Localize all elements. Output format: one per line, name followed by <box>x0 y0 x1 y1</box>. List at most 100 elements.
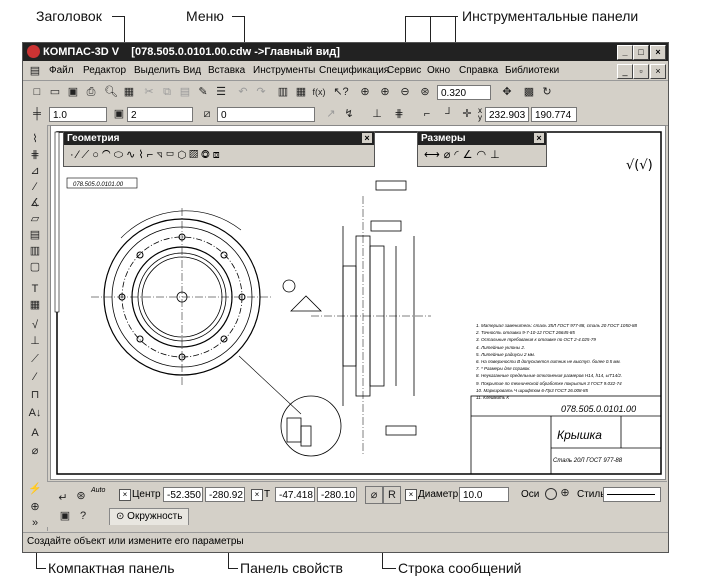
equidistant-icon[interactable]: ⧈ <box>213 149 223 161</box>
open-file-icon[interactable]: ▭ <box>47 84 63 100</box>
geometry-tool-icon[interactable]: ⌇ <box>27 131 43 147</box>
symbols-tool-icon[interactable]: ⊿ <box>27 163 43 179</box>
segment-icon[interactable]: ⟋ <box>82 149 93 161</box>
param-tool-icon[interactable]: ∡ <box>27 195 43 211</box>
line-width-field[interactable]: 1.0 <box>49 107 107 122</box>
dimensions-tool-icon[interactable]: ⋕ <box>27 147 43 163</box>
zoom-in-icon[interactable]: ⊕ <box>377 84 393 100</box>
position-tool-icon[interactable]: ⁄ <box>27 369 43 385</box>
hatch-icon[interactable]: ▨ <box>189 149 201 161</box>
more-tools-icon[interactable]: » <box>27 515 43 531</box>
circle-icon[interactable]: ○ <box>92 149 102 161</box>
arc-icon[interactable]: ◠ <box>102 149 114 161</box>
radial-dim-icon[interactable]: ◜ <box>454 149 462 161</box>
new-file-icon[interactable]: □ <box>29 84 45 100</box>
rectangle-icon[interactable]: ▭ <box>166 149 178 161</box>
no-axes-icon[interactable] <box>545 488 557 500</box>
zoom-scale-icon[interactable]: ⊛ <box>417 84 433 100</box>
menu-edit[interactable]: Редактор <box>83 65 126 76</box>
refresh-icon[interactable]: ↻ <box>539 84 555 100</box>
axis-tool-icon[interactable]: A <box>27 425 43 441</box>
menu-libraries[interactable]: Библиотеки <box>505 65 559 76</box>
minimize-button[interactable]: _ <box>617 45 633 60</box>
copy-icon[interactable]: ⧉ <box>159 84 175 100</box>
snap-icon[interactable]: ↯ <box>341 106 357 122</box>
tab-circle[interactable]: ⊙ Окружность <box>109 508 190 525</box>
redo-icon[interactable]: ↷ <box>253 84 269 100</box>
arc-dim-icon[interactable]: ◠ <box>477 149 491 161</box>
remember-state-icon[interactable]: ▣ <box>57 508 73 524</box>
edit-tool-icon[interactable]: ∕ <box>27 179 43 195</box>
close-button[interactable]: × <box>650 45 666 60</box>
menu-view[interactable]: Вид <box>183 65 201 76</box>
point-y-field[interactable]: -280.10 <box>317 487 357 502</box>
coord-x-field[interactable]: 232.903 <box>485 107 529 122</box>
angular-dim-icon[interactable]: ∠ <box>463 149 477 161</box>
center-y-field[interactable]: -280.92 <box>205 487 245 502</box>
pick-icon[interactable]: ↗ <box>323 106 339 122</box>
format-painter-icon[interactable]: ✎ <box>195 84 211 100</box>
diameter-dim-icon[interactable]: ⌀ <box>444 149 455 161</box>
ortho-icon[interactable]: ⊥ <box>369 106 385 122</box>
menu-specification[interactable]: Спецификация <box>319 65 389 76</box>
menu-service[interactable]: Сервис <box>387 65 421 76</box>
calculator-icon[interactable]: ▦ <box>293 84 309 100</box>
menu-file[interactable]: Файл <box>49 65 74 76</box>
measure-tool-icon[interactable]: ▱ <box>27 211 43 227</box>
maximize-button[interactable]: □ <box>633 45 649 60</box>
help-icon[interactable]: ? <box>75 508 91 524</box>
center-x-field[interactable]: -52.350 <box>163 487 203 502</box>
dimensions-panel-close-icon[interactable]: × <box>534 133 544 143</box>
linear-dim-icon[interactable]: ⟷ <box>424 149 444 161</box>
contour-icon[interactable]: ◎ <box>201 149 213 161</box>
show-all-icon[interactable]: ▩ <box>521 84 537 100</box>
spline-icon[interactable]: ∿ <box>126 149 138 161</box>
fillet-icon[interactable]: ⌐ <box>147 149 156 161</box>
point-checkbox[interactable]: × <box>251 489 263 501</box>
style-select[interactable] <box>603 487 661 502</box>
variables-icon[interactable]: ▥ <box>275 84 291 100</box>
create-object-icon[interactable]: ↵ <box>55 490 71 506</box>
polygon-icon[interactable]: ⬡ <box>177 149 189 161</box>
doc-minimize-button[interactable]: _ <box>617 64 633 79</box>
context-help-icon[interactable]: ↖? <box>333 84 349 100</box>
zoom-window-icon[interactable]: ⊕ <box>357 84 373 100</box>
point-tool-icon[interactable]: ⊕ <box>27 499 43 515</box>
coord-y-field[interactable]: 190.774 <box>531 107 577 122</box>
save-icon[interactable]: ▣ <box>65 84 81 100</box>
menu-help[interactable]: Справка <box>459 65 498 76</box>
roughness-tool-icon[interactable]: √ <box>27 317 43 333</box>
center-checkbox[interactable]: × <box>119 489 131 501</box>
diameter-mode-button[interactable]: ⌀ <box>365 486 383 504</box>
stop-command-icon[interactable]: ⊛ <box>73 488 89 504</box>
zoom-field[interactable]: 0.320 <box>437 85 491 100</box>
stop-icon[interactable]: ⚡ <box>27 481 43 497</box>
menu-select[interactable]: Выделить <box>134 65 180 76</box>
print-icon[interactable]: ⎙ <box>83 84 99 100</box>
menu-window[interactable]: Окно <box>427 65 450 76</box>
paste-icon[interactable]: ▤ <box>177 84 193 100</box>
point-x-field[interactable]: -47.418 <box>275 487 315 502</box>
height-dim-icon[interactable]: ⊥ <box>490 149 504 161</box>
grid-icon[interactable]: ⋕ <box>391 106 407 122</box>
base-tool-icon[interactable]: ⊥ <box>27 333 43 349</box>
select-tool-icon[interactable]: ▤ <box>27 227 43 243</box>
text-tool-icon[interactable]: T <box>27 281 43 297</box>
layer-field[interactable]: 2 <box>127 107 193 122</box>
zoom-out-icon[interactable]: ⊖ <box>397 84 413 100</box>
drawing-canvas[interactable]: √(√) 078.505.0.0101.00 Крышка Сталь 20Л … <box>50 125 666 480</box>
doc-restore-button[interactable]: ▫ <box>633 64 649 79</box>
hatch-tool-icon[interactable]: ⌀ <box>27 443 43 459</box>
undo-icon[interactable]: ↶ <box>235 84 251 100</box>
leader-tool-icon[interactable]: ⟋ <box>27 351 43 367</box>
function-icon[interactable]: f(x) <box>311 84 327 100</box>
cut-line-tool-icon[interactable]: ⊓ <box>27 387 43 403</box>
point-icon[interactable]: · <box>70 149 77 161</box>
ellipse-icon[interactable]: ⬭ <box>114 149 126 161</box>
doc-close-button[interactable]: × <box>650 64 666 79</box>
pan-icon[interactable]: ✥ <box>499 84 515 100</box>
menu-tools[interactable]: Инструменты <box>253 65 315 76</box>
properties-icon[interactable]: ▦ <box>121 84 137 100</box>
style-field[interactable]: 0 <box>217 107 315 122</box>
spec-tool-icon[interactable]: ▥ <box>27 243 43 259</box>
